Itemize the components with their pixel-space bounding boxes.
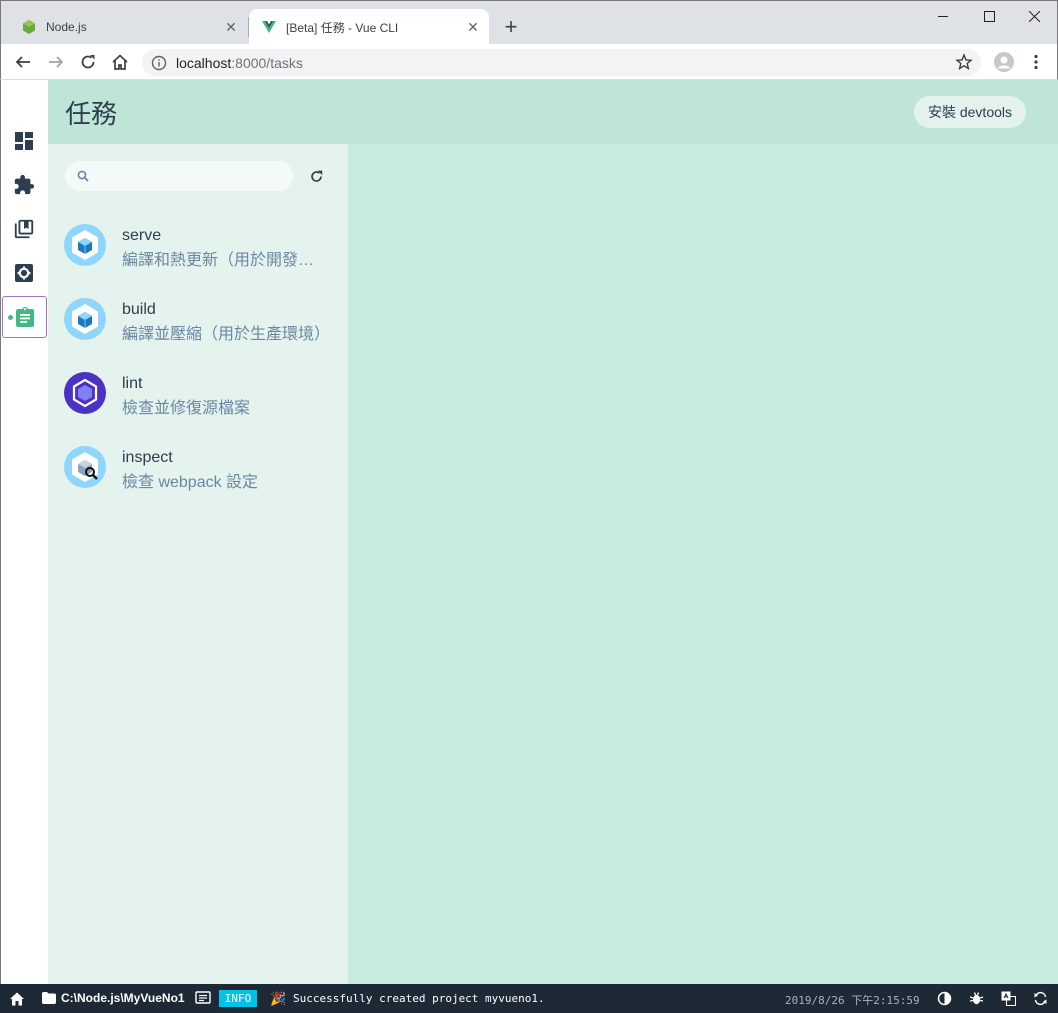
refresh-icon	[310, 170, 322, 182]
sidebar-item-dependencies[interactable]	[1, 208, 47, 250]
back-button[interactable]	[11, 50, 35, 74]
log-message[interactable]: Successfully created project myvueno1.	[293, 992, 545, 1005]
sidebar-item-configuration[interactable]	[1, 252, 47, 294]
browser-toolbar: localhost:8000/tasks	[0, 44, 1058, 80]
maximize-icon	[983, 10, 995, 22]
nodejs-icon	[23, 20, 35, 34]
task-item-build[interactable]: build 編譯並壓縮（用於生產環境）	[48, 298, 348, 372]
status-bar: C:\Node.js\MyVueNo1 INFO 🎉 Successfully …	[0, 984, 1058, 1013]
dashboard-icon	[15, 132, 33, 150]
tab-nodejs[interactable]: Node.js ✕	[9, 9, 247, 45]
close-icon[interactable]: ✕	[223, 19, 239, 35]
menu-button[interactable]	[1024, 50, 1048, 74]
task-detail-area	[348, 144, 1058, 984]
reload-icon	[81, 55, 95, 69]
console-log-icon[interactable]	[195, 991, 211, 1006]
project-path[interactable]: C:\Node.js\MyVueNo1	[61, 991, 185, 1005]
task-description: 編譯並壓縮（用於生產環境）	[122, 326, 330, 343]
eslint-hexagon-icon	[64, 372, 106, 414]
profile-button[interactable]	[992, 50, 1016, 74]
task-item-inspect[interactable]: inspect 檢查 webpack 設定	[48, 446, 348, 520]
home-icon[interactable]	[9, 991, 25, 1007]
close-icon[interactable]: ✕	[465, 19, 481, 35]
log-level-badge: INFO	[219, 990, 257, 1007]
log-timestamp: 2019/8/26 下午2:15:59	[785, 994, 920, 1007]
url-host: localhost	[176, 54, 232, 71]
reload-button[interactable]	[76, 50, 100, 74]
maximize-button[interactable]	[966, 1, 1012, 31]
translate-icon[interactable]	[1001, 991, 1016, 1006]
forward-button[interactable]	[44, 50, 68, 74]
tab-vue-cli[interactable]: [Beta] 任務 - Vue CLI ✕	[249, 9, 489, 45]
vue-cli-app: 任務 安裝 devtools serve 編譯和熱更新（用於開發環境） buil…	[0, 80, 1058, 984]
browser-tab-strip: Node.js ✕ [Beta] 任務 - Vue CLI ✕ +	[0, 0, 1058, 45]
arrow-right-icon	[49, 56, 64, 68]
avatar-icon	[994, 52, 1014, 72]
home-icon	[112, 54, 128, 70]
page-title: 任務	[65, 99, 118, 129]
sync-icon[interactable]	[1033, 991, 1048, 1006]
task-name: serve	[122, 227, 162, 244]
close-icon	[1028, 10, 1040, 22]
sidebar-item-dashboard[interactable]	[1, 120, 47, 162]
refresh-button[interactable]	[307, 166, 325, 186]
settings-icon	[15, 264, 33, 282]
tab-title: [Beta] 任務 - Vue CLI	[286, 20, 399, 35]
search-icon	[77, 170, 89, 182]
url-text: localhost:8000/tasks	[176, 55, 303, 71]
minimize-icon	[937, 15, 948, 17]
task-item-serve[interactable]: serve 編譯和熱更新（用於開發環境）	[48, 224, 348, 298]
sidebar-item-tasks[interactable]	[2, 296, 47, 338]
minimize-button[interactable]	[920, 1, 966, 31]
arrow-left-icon	[15, 56, 30, 68]
new-tab-button[interactable]: +	[499, 14, 523, 39]
task-description: 編譯和熱更新（用於開發環境）	[122, 252, 330, 269]
active-indicator	[8, 315, 13, 320]
page-header: 任務 安裝 devtools	[48, 80, 1058, 144]
search-input[interactable]	[95, 168, 285, 184]
address-bar[interactable]: localhost:8000/tasks	[142, 49, 981, 76]
bug-report-icon[interactable]	[969, 991, 984, 1006]
folder-icon	[42, 992, 56, 1004]
puzzle-icon	[14, 174, 35, 195]
webpack-inspect-icon	[64, 446, 106, 488]
url-path: :8000/tasks	[231, 54, 303, 71]
task-list-panel: serve 編譯和熱更新（用於開發環境） build 編譯並壓縮（用於生產環境）…	[48, 144, 348, 984]
task-description: 檢查 webpack 設定	[122, 474, 259, 491]
tab-title: Node.js	[46, 20, 87, 34]
more-vertical-icon	[1034, 54, 1038, 70]
info-icon[interactable]	[151, 55, 167, 71]
party-icon: 🎉	[270, 991, 287, 1006]
task-name: lint	[122, 375, 143, 392]
library-books-icon	[14, 219, 34, 239]
task-item-lint[interactable]: lint 檢查並修復源檔案	[48, 372, 348, 446]
dark-mode-icon[interactable]	[937, 991, 952, 1006]
clipboard-icon	[15, 307, 34, 327]
webpack-cube-icon	[64, 224, 106, 266]
vue-icon	[262, 21, 276, 33]
sidebar-item-plugins[interactable]	[1, 164, 47, 206]
webpack-cube-icon	[64, 298, 106, 340]
search-box	[65, 161, 293, 191]
sidebar	[1, 80, 47, 984]
star-icon[interactable]	[955, 53, 973, 71]
task-name: build	[122, 301, 156, 318]
close-window-button[interactable]	[1011, 1, 1057, 31]
install-devtools-button[interactable]: 安裝 devtools	[914, 96, 1026, 128]
home-button[interactable]	[108, 50, 132, 74]
task-description: 檢查並修復源檔案	[122, 400, 251, 417]
task-name: inspect	[122, 449, 173, 466]
